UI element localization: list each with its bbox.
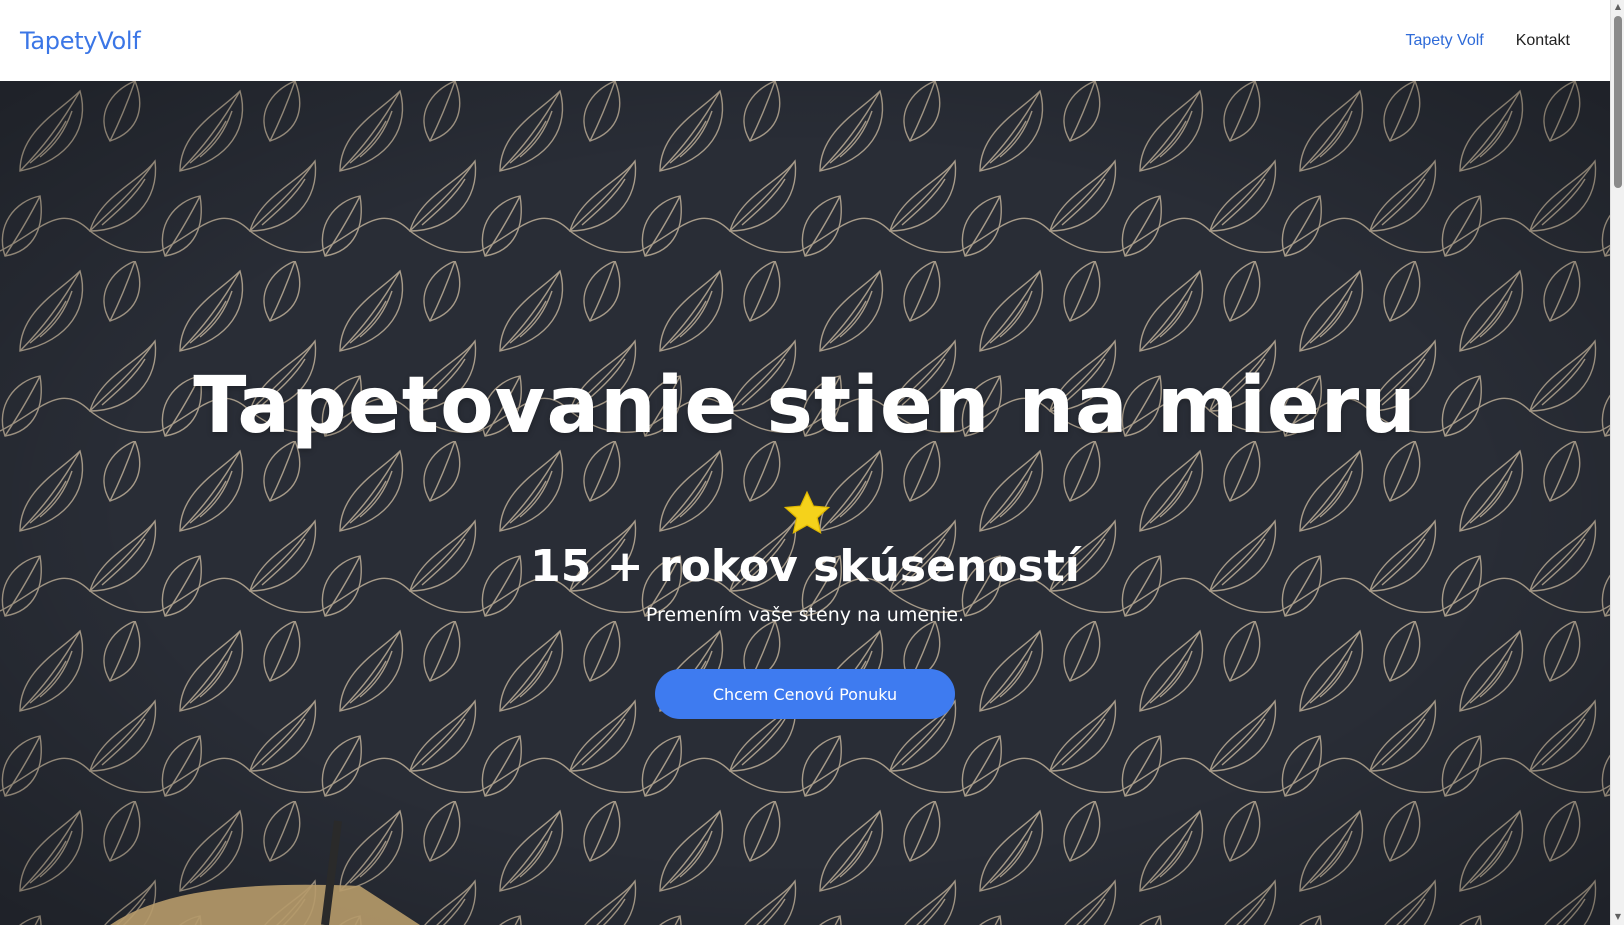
page: TapetyVolf Tapety Volf Kontakt Tapetovan… (0, 0, 1610, 925)
nav-link-kontakt[interactable]: Kontakt (1516, 32, 1570, 50)
nav-link-tapety-volf[interactable]: Tapety Volf (1405, 32, 1483, 50)
scrollbar-track[interactable]: ▲ ▼ (1610, 0, 1624, 925)
scroll-down-arrow-icon[interactable]: ▼ (1613, 912, 1623, 922)
hero-content: Tapetovanie stien na mieru 15 + rokov sk… (0, 81, 1610, 925)
brand-logo[interactable]: TapetyVolf (20, 27, 141, 55)
scrollbar-thumb[interactable] (1614, 16, 1622, 188)
hero-tagline: Premením vaše steny na umenie. (645, 604, 965, 626)
star-icon (783, 490, 831, 534)
hero-section: Tapetovanie stien na mieru 15 + rokov sk… (0, 81, 1610, 925)
scroll-up-arrow-icon[interactable]: ▲ (1613, 2, 1623, 12)
hero-title: Tapetovanie stien na mieru (193, 361, 1417, 451)
navbar: TapetyVolf Tapety Volf Kontakt (0, 0, 1610, 81)
nav-links: Tapety Volf Kontakt (1405, 32, 1570, 50)
hero-subtitle: 15 + rokov skúseností (530, 541, 1080, 592)
get-quote-button[interactable]: Chcem Cenovú Ponuku (655, 669, 955, 719)
